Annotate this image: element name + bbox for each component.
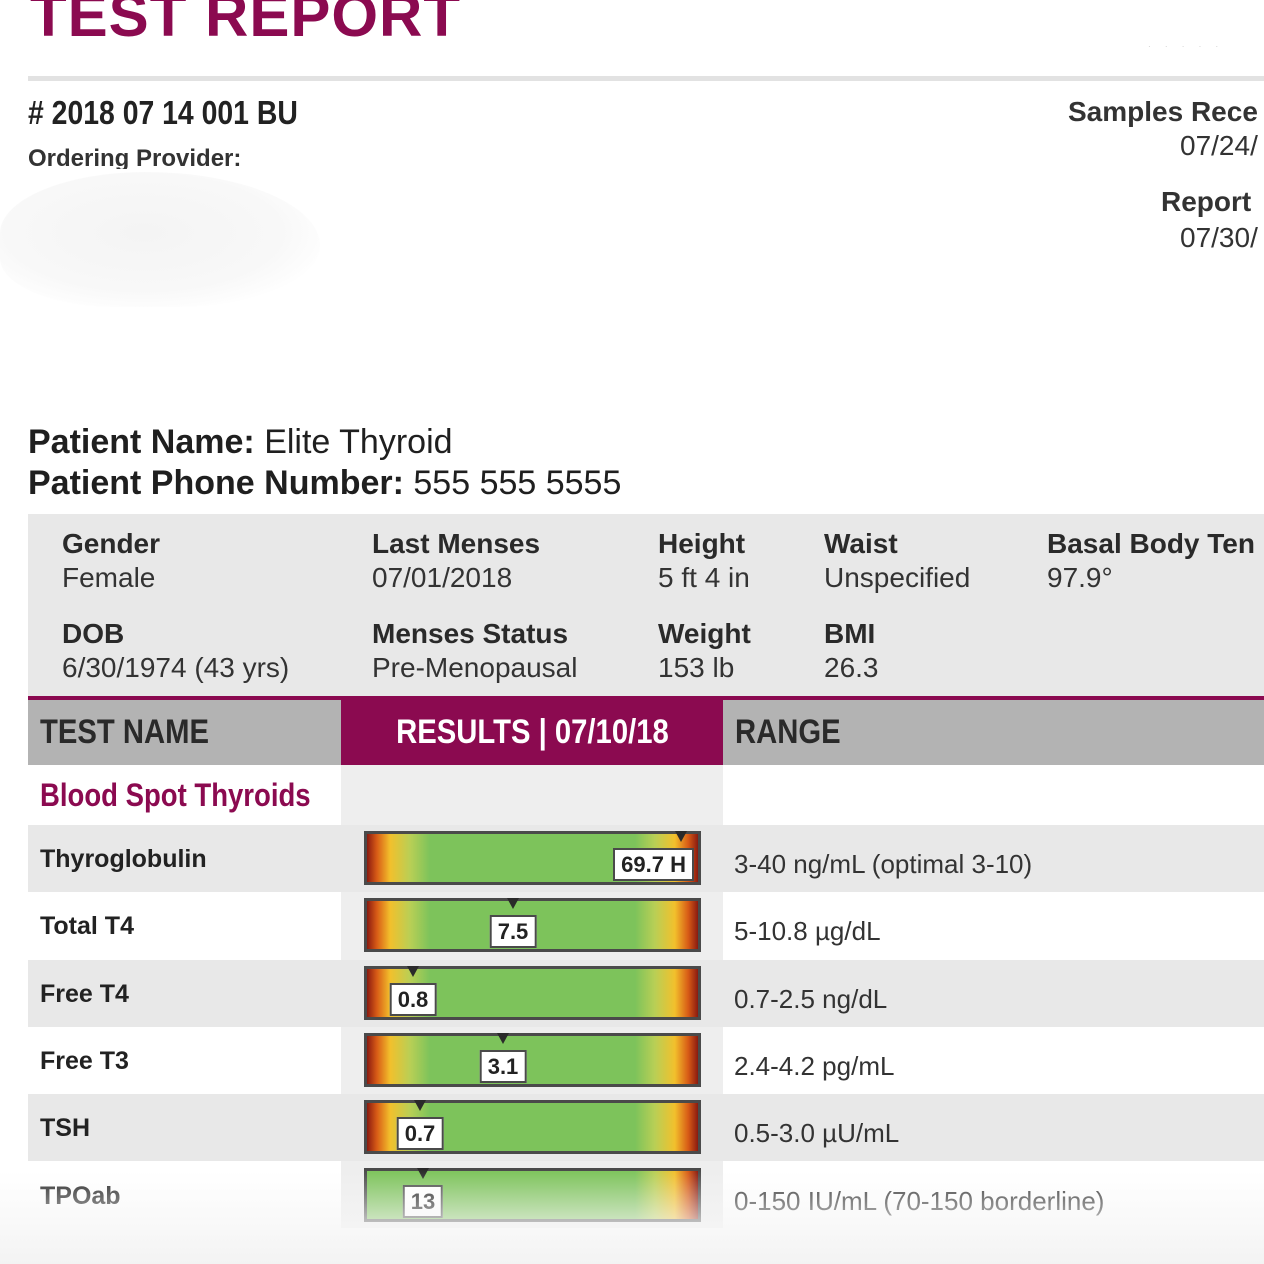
samples-received-value: 07/24/ xyxy=(1180,130,1258,161)
range-thyroglobulin: 3-40 ng/mL (optimal 3-10) xyxy=(734,849,1033,879)
range-total-t4: 5-10.8 µg/dL xyxy=(734,916,881,946)
patient-name: Patient Name: Elite Thyroid xyxy=(28,423,453,462)
result-value-thyroglobulin: 69.7 H xyxy=(613,848,694,881)
range-free-t3: 2.4-4.2 pg/mL xyxy=(734,1051,895,1081)
range-tpoab: 0-150 IU/mL (70-150 borderline) xyxy=(734,1186,1105,1216)
result-marker-icon xyxy=(497,1033,509,1044)
patient-phone-label: Patient Phone Number: xyxy=(28,464,404,502)
demo-basal-body-temp: Basal Body Ten 97.9° xyxy=(1047,528,1255,593)
samples-received: Samples Rece xyxy=(1068,96,1258,128)
result-value-total-t4: 7.5 xyxy=(489,915,537,948)
test-name-tpoab: TPOab xyxy=(40,1182,121,1210)
result-marker-icon xyxy=(675,831,687,842)
samples-received-label: Samples Rece xyxy=(1068,96,1258,127)
demo-bmi: BMI 26.3 xyxy=(824,618,879,683)
demo-menses-status: Menses Status Pre-Menopausal xyxy=(372,618,578,683)
result-value-free-t3: 3.1 xyxy=(479,1050,527,1083)
result-bar-total-t4: 7.5 xyxy=(364,898,701,952)
patient-name-label: Patient Name: xyxy=(28,423,255,461)
demo-weight: Weight 153 lb xyxy=(658,618,751,683)
result-bar-free-t4: 0.8 xyxy=(364,966,701,1020)
section-row: Blood Spot Thyroids xyxy=(28,765,341,825)
patient-phone: Patient Phone Number: 555 555 5555 xyxy=(28,464,621,503)
title-divider xyxy=(28,76,1264,81)
result-marker-icon xyxy=(407,966,419,977)
demo-last-menses: Last Menses 07/01/2018 xyxy=(372,528,541,593)
test-name-free-t3: Free T3 xyxy=(40,1047,129,1075)
redacted-provider-info xyxy=(0,172,320,307)
result-marker-icon xyxy=(414,1100,426,1111)
test-name-free-t4: Free T4 xyxy=(40,980,129,1008)
report-date-value: 07/30/ xyxy=(1180,222,1258,253)
report-date-label: Report xyxy=(1161,186,1252,217)
result-marker-icon xyxy=(507,898,519,909)
result-bar-thyroglobulin: 69.7 H xyxy=(364,831,701,885)
test-name-tsh: TSH xyxy=(40,1114,90,1142)
demo-gender: Gender Female xyxy=(62,528,161,593)
report-title: TEST REPORT xyxy=(30,0,462,49)
ordering-provider-label: Ordering Provider: xyxy=(28,145,242,169)
column-header-test-name: TEST NAME xyxy=(28,700,341,765)
report-number: # 2018 07 14 001 BU xyxy=(28,94,298,131)
patient-phone-value: 555 555 5555 xyxy=(413,464,622,502)
range-free-t4: 0.7-2.5 ng/dL xyxy=(734,984,888,1014)
result-value-tsh: 0.7 xyxy=(396,1117,444,1150)
patient-name-value: Elite Thyroid xyxy=(264,423,453,461)
demo-dob: DOB 6/30/1974 (43 yrs) xyxy=(62,618,290,683)
result-marker-icon xyxy=(417,1168,429,1179)
result-value-tpoab: 13 xyxy=(402,1185,444,1218)
result-bar-tsh: 0.7 xyxy=(364,1100,701,1154)
column-header-results: RESULTS | 07/10/18 xyxy=(341,700,723,765)
section-title: Blood Spot Thyroids xyxy=(40,777,311,813)
test-name-thyroglobulin: Thyroglobulin xyxy=(40,845,207,873)
report-date: Report xyxy=(1161,186,1251,218)
result-value-free-t4: 0.8 xyxy=(389,983,437,1016)
demo-waist: Waist Unspecified xyxy=(824,528,971,593)
result-bar-tpoab: 13 xyxy=(364,1168,701,1222)
test-name-total-t4: Total T4 xyxy=(40,912,134,940)
demo-height: Height 5 ft 4 in xyxy=(658,528,750,593)
result-bar-free-t3: 3.1 xyxy=(364,1033,701,1087)
column-header-range: RANGE xyxy=(723,700,1264,765)
range-tsh: 0.5-3.0 µU/mL xyxy=(734,1118,900,1148)
